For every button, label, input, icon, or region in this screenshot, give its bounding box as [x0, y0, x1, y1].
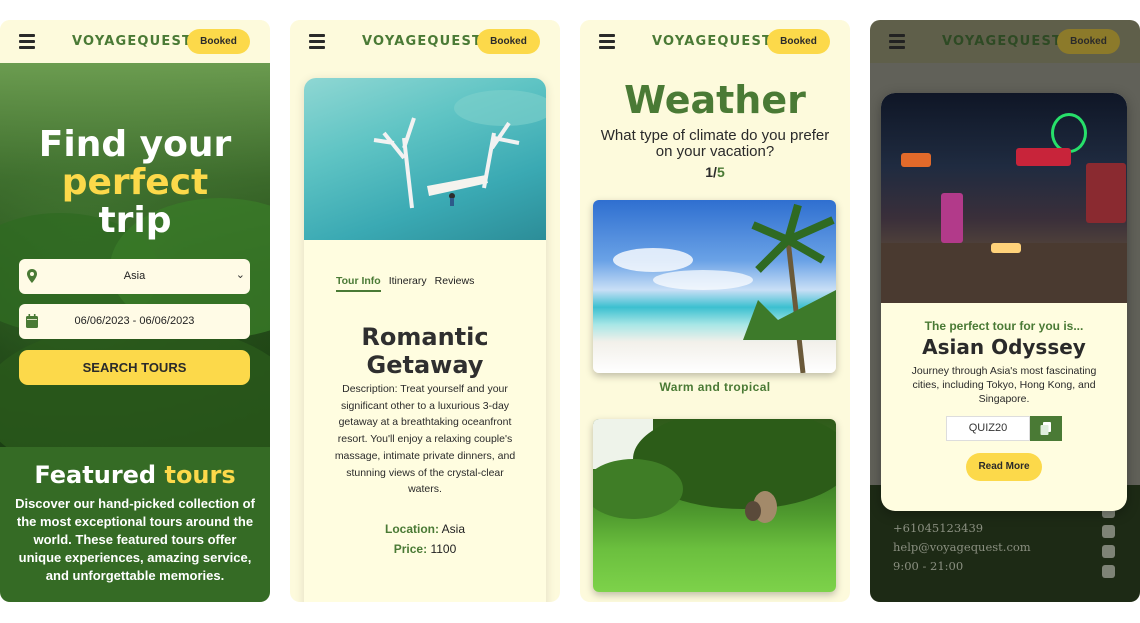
- copy-button[interactable]: [1030, 416, 1062, 441]
- logo[interactable]: VOYAGEQUEST: [362, 34, 482, 49]
- tour-price: Price: 1100: [393, 542, 457, 556]
- read-more-button[interactable]: Read More: [966, 453, 1042, 481]
- result-modal: The perfect tour for you is... Asian Ody…: [881, 93, 1127, 511]
- result-description: Journey through Asia's most fascinating …: [911, 365, 1097, 405]
- header: VOYAGEQUEST Booked: [290, 20, 560, 63]
- tour-location: Location: Asia: [384, 522, 465, 536]
- tour-detail-screen: VOYAGEQUEST Booked Tour Info Itinerary Rev…: [290, 20, 560, 602]
- header: VOYAGEQUEST Booked: [870, 20, 1140, 63]
- header: VOYAGEQUEST Booked: [0, 20, 270, 63]
- hero-title-line1: Find your: [38, 124, 232, 165]
- home-screen: VOYAGEQUEST Booked Find your perfect tri…: [0, 20, 270, 602]
- booked-button[interactable]: Booked: [767, 29, 830, 54]
- tour-image: [304, 78, 546, 240]
- logo[interactable]: VOYAGEQUEST: [652, 34, 772, 49]
- quiz-question: What type of climate do you prefer on yo…: [600, 127, 830, 160]
- hero-title-line2: perfect: [61, 162, 209, 203]
- booked-button[interactable]: Booked: [1057, 29, 1120, 54]
- footer-email[interactable]: help@voyagequest.com: [893, 540, 1031, 554]
- quiz-title: Weather: [624, 78, 806, 122]
- instagram-icon[interactable]: [1102, 525, 1115, 538]
- header: VOYAGEQUEST Booked: [580, 20, 850, 63]
- quiz-progress: 1/5: [705, 164, 725, 180]
- coupon-code-field[interactable]: QUIZ20: [946, 416, 1030, 441]
- date-range-value: 06/06/2023 - 06/06/2023: [74, 315, 195, 327]
- menu-icon[interactable]: [889, 34, 905, 49]
- menu-icon[interactable]: [309, 34, 325, 49]
- result-subtitle: The perfect tour for you is...: [924, 319, 1084, 333]
- tab-itinerary[interactable]: Itinerary: [389, 275, 427, 290]
- chevron-down-icon: ⌄: [235, 269, 245, 281]
- tour-title: Romantic Getaway: [361, 323, 489, 379]
- logo[interactable]: VOYAGEQUEST: [942, 34, 1062, 49]
- option-mild-image[interactable]: [593, 419, 836, 592]
- result-title: Asian Odyssey: [922, 335, 1086, 359]
- date-range-input[interactable]: 06/06/2023 - 06/06/2023: [19, 304, 250, 339]
- tour-tabs: Tour Info Itinerary Reviews: [336, 275, 482, 292]
- youtube-icon[interactable]: [1102, 565, 1115, 578]
- featured-section: Featured tours Discover our hand-picked …: [0, 447, 270, 602]
- tab-reviews[interactable]: Reviews: [435, 275, 475, 290]
- tab-tour-info[interactable]: Tour Info: [336, 275, 381, 292]
- footer-hours: 9:00 - 21:00: [893, 559, 964, 573]
- destination-select[interactable]: Asia ⌄: [19, 259, 250, 294]
- destination-value: Asia: [123, 270, 146, 282]
- hero-background: [0, 63, 270, 483]
- menu-icon[interactable]: [19, 34, 35, 49]
- quiz-result-screen: VOYAGEQUEST Booked +61045123439 help@voy…: [870, 20, 1140, 602]
- featured-title: Featured tours: [34, 461, 236, 489]
- featured-text: Discover our hand-picked collection of t…: [15, 496, 255, 583]
- copy-icon: [1040, 422, 1051, 435]
- tour-card: Tour Info Itinerary Reviews Romantic Getaw…: [304, 78, 546, 602]
- pinterest-icon[interactable]: [1102, 545, 1115, 558]
- hero-title-line3: trip: [98, 200, 172, 241]
- menu-icon[interactable]: [599, 34, 615, 49]
- option-warm-tropical-image[interactable]: [593, 200, 836, 373]
- quiz-screen: VOYAGEQUEST Booked Weather What type of …: [580, 20, 850, 602]
- footer-phone: +61045123439: [893, 521, 984, 535]
- result-image: [881, 93, 1127, 303]
- logo[interactable]: VOYAGEQUEST: [72, 34, 192, 49]
- option-warm-tropical-label[interactable]: Warm and tropical: [580, 380, 850, 394]
- tour-description: Description: Treat yourself and your sig…: [334, 383, 516, 496]
- booked-button[interactable]: Booked: [187, 29, 250, 54]
- booked-button[interactable]: Booked: [477, 29, 540, 54]
- search-tours-button[interactable]: SEARCH TOURS: [19, 350, 250, 385]
